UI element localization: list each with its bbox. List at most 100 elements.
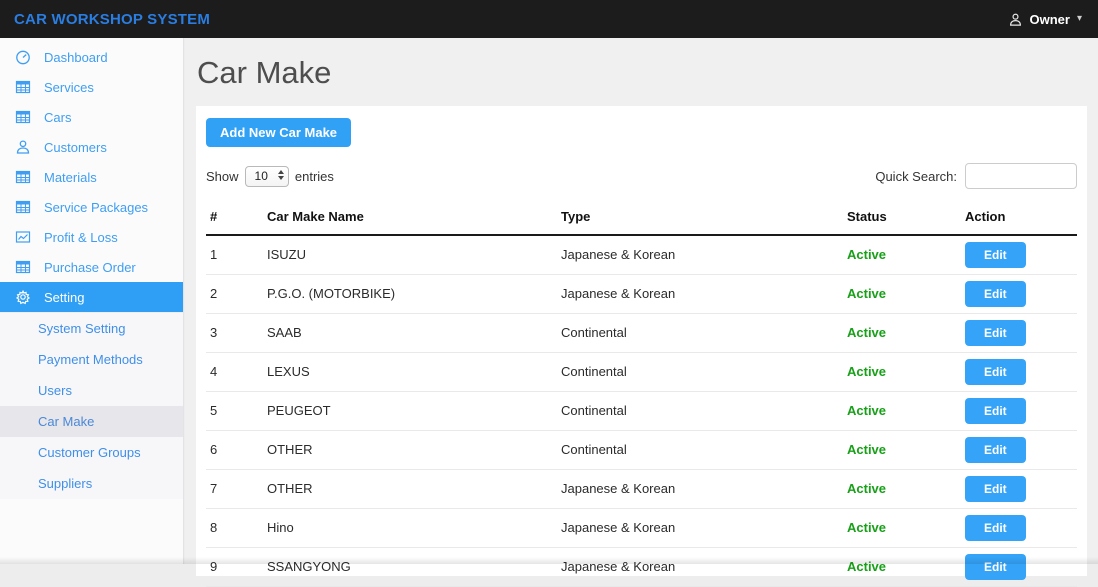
sidebar-item[interactable]: Service Packages	[0, 192, 183, 222]
table-row: 2 P.G.O. (MOTORBIKE) Japanese & Korean A…	[206, 274, 1077, 313]
table-icon	[14, 109, 31, 126]
submenu-item[interactable]: System Setting	[0, 313, 183, 344]
sidebar-item[interactable]: Dashboard	[0, 42, 183, 72]
car-make-name: LEXUS	[263, 352, 557, 391]
car-make-type: Japanese & Korean	[557, 274, 843, 313]
edit-button[interactable]: Edit	[965, 242, 1026, 268]
table-body: 1 ISUZU Japanese & Korean Active Edit 2 …	[206, 235, 1077, 586]
sidebar-item[interactable]: Cars	[0, 102, 183, 132]
status-badge: Active	[843, 235, 961, 274]
page-size-select[interactable]: 10	[245, 166, 289, 187]
sidebar-item[interactable]: Services	[0, 72, 183, 102]
person-icon	[1008, 12, 1023, 27]
user-menu[interactable]: Owner ▾	[1008, 12, 1083, 27]
add-new-car-make-button[interactable]: Add New Car Make	[206, 118, 351, 147]
row-number: 8	[206, 508, 263, 547]
col-header-name: Car Make Name	[263, 203, 557, 235]
line-chart-icon	[14, 229, 31, 246]
sidebar-item-label: Services	[44, 80, 94, 95]
edit-button[interactable]: Edit	[965, 359, 1026, 385]
table-row: 8 Hino Japanese & Korean Active Edit	[206, 508, 1077, 547]
user-label: Owner	[1030, 12, 1070, 27]
col-header-action: Action	[961, 203, 1077, 235]
edit-button[interactable]: Edit	[965, 320, 1026, 346]
edit-button[interactable]: Edit	[965, 281, 1026, 307]
status-badge: Active	[843, 313, 961, 352]
sidebar: Dashboard Services Cars Customers Materi…	[0, 38, 184, 564]
gear-icon	[14, 289, 31, 306]
sidebar-item-label: Customers	[44, 140, 107, 155]
row-number: 5	[206, 391, 263, 430]
quick-search-input[interactable]	[965, 163, 1077, 189]
page-title: Car Make	[197, 55, 1098, 91]
sidebar-item[interactable]: Purchase Order	[0, 252, 183, 282]
car-make-name: P.G.O. (MOTORBIKE)	[263, 274, 557, 313]
sidebar-item[interactable]: Profit & Loss	[0, 222, 183, 252]
car-make-type: Continental	[557, 313, 843, 352]
submenu-item-label: Payment Methods	[38, 352, 143, 367]
car-make-name: SSANGYONG	[263, 547, 557, 586]
chevron-down-icon: ▾	[1077, 14, 1082, 24]
submenu-item[interactable]: Suppliers	[0, 468, 183, 499]
table-row: 4 LEXUS Continental Active Edit	[206, 352, 1077, 391]
main-content: Car Make Add New Car Make Show 10 entrie…	[185, 38, 1098, 564]
submenu-item[interactable]: Payment Methods	[0, 344, 183, 375]
car-make-type: Japanese & Korean	[557, 469, 843, 508]
status-badge: Active	[843, 547, 961, 586]
edit-button[interactable]: Edit	[965, 437, 1026, 463]
sidebar-item[interactable]: Materials	[0, 162, 183, 192]
submenu-item[interactable]: Customer Groups	[0, 437, 183, 468]
car-make-name: SAAB	[263, 313, 557, 352]
submenu-item-label: Customer Groups	[38, 445, 141, 460]
car-make-name: PEUGEOT	[263, 391, 557, 430]
row-number: 3	[206, 313, 263, 352]
car-make-table: # Car Make Name Type Status Action 1 ISU…	[206, 203, 1077, 587]
sidebar-item-label: Materials	[44, 170, 97, 185]
table-header-row: # Car Make Name Type Status Action	[206, 203, 1077, 235]
sidebar-item[interactable]: Customers	[0, 132, 183, 162]
table-row: 6 OTHER Continental Active Edit	[206, 430, 1077, 469]
status-badge: Active	[843, 352, 961, 391]
page-size-group: Show 10 entries	[206, 166, 334, 187]
entries-label: entries	[295, 169, 334, 184]
table-row: 5 PEUGEOT Continental Active Edit	[206, 391, 1077, 430]
table-row: 9 SSANGYONG Japanese & Korean Active Edi…	[206, 547, 1077, 586]
car-make-type: Japanese & Korean	[557, 235, 843, 274]
row-number: 9	[206, 547, 263, 586]
edit-button[interactable]: Edit	[965, 476, 1026, 502]
person-icon	[14, 139, 31, 156]
show-label: Show	[206, 169, 239, 184]
status-badge: Active	[843, 274, 961, 313]
edit-button[interactable]: Edit	[965, 515, 1026, 541]
status-badge: Active	[843, 469, 961, 508]
table-icon	[14, 259, 31, 276]
quick-search-label: Quick Search:	[875, 169, 957, 184]
car-make-type: Continental	[557, 352, 843, 391]
car-make-type: Japanese & Korean	[557, 547, 843, 586]
submenu-item-label: Car Make	[38, 414, 94, 429]
status-badge: Active	[843, 430, 961, 469]
submenu-item[interactable]: Users	[0, 375, 183, 406]
table-icon	[14, 79, 31, 96]
car-make-type: Continental	[557, 391, 843, 430]
table-controls: Show 10 entries Quick Search:	[206, 163, 1077, 189]
content-card: Add New Car Make Show 10 entries Quick S…	[196, 106, 1087, 576]
setting-submenu: System Setting Payment Methods Users Car…	[0, 312, 183, 499]
sidebar-item-label: Service Packages	[44, 200, 148, 215]
sidebar-item[interactable]: Setting	[0, 282, 183, 312]
table-row: 3 SAAB Continental Active Edit	[206, 313, 1077, 352]
edit-button[interactable]: Edit	[965, 554, 1026, 580]
page-size-value: 10	[255, 169, 268, 183]
car-make-name: Hino	[263, 508, 557, 547]
car-make-type: Continental	[557, 430, 843, 469]
submenu-item-label: Users	[38, 383, 72, 398]
submenu-item[interactable]: Car Make	[0, 406, 183, 437]
edit-button[interactable]: Edit	[965, 398, 1026, 424]
table-icon	[14, 199, 31, 216]
table-row: 1 ISUZU Japanese & Korean Active Edit	[206, 235, 1077, 274]
col-header-type: Type	[557, 203, 843, 235]
row-number: 7	[206, 469, 263, 508]
car-make-name: OTHER	[263, 430, 557, 469]
table-icon	[14, 169, 31, 186]
car-make-name: ISUZU	[263, 235, 557, 274]
